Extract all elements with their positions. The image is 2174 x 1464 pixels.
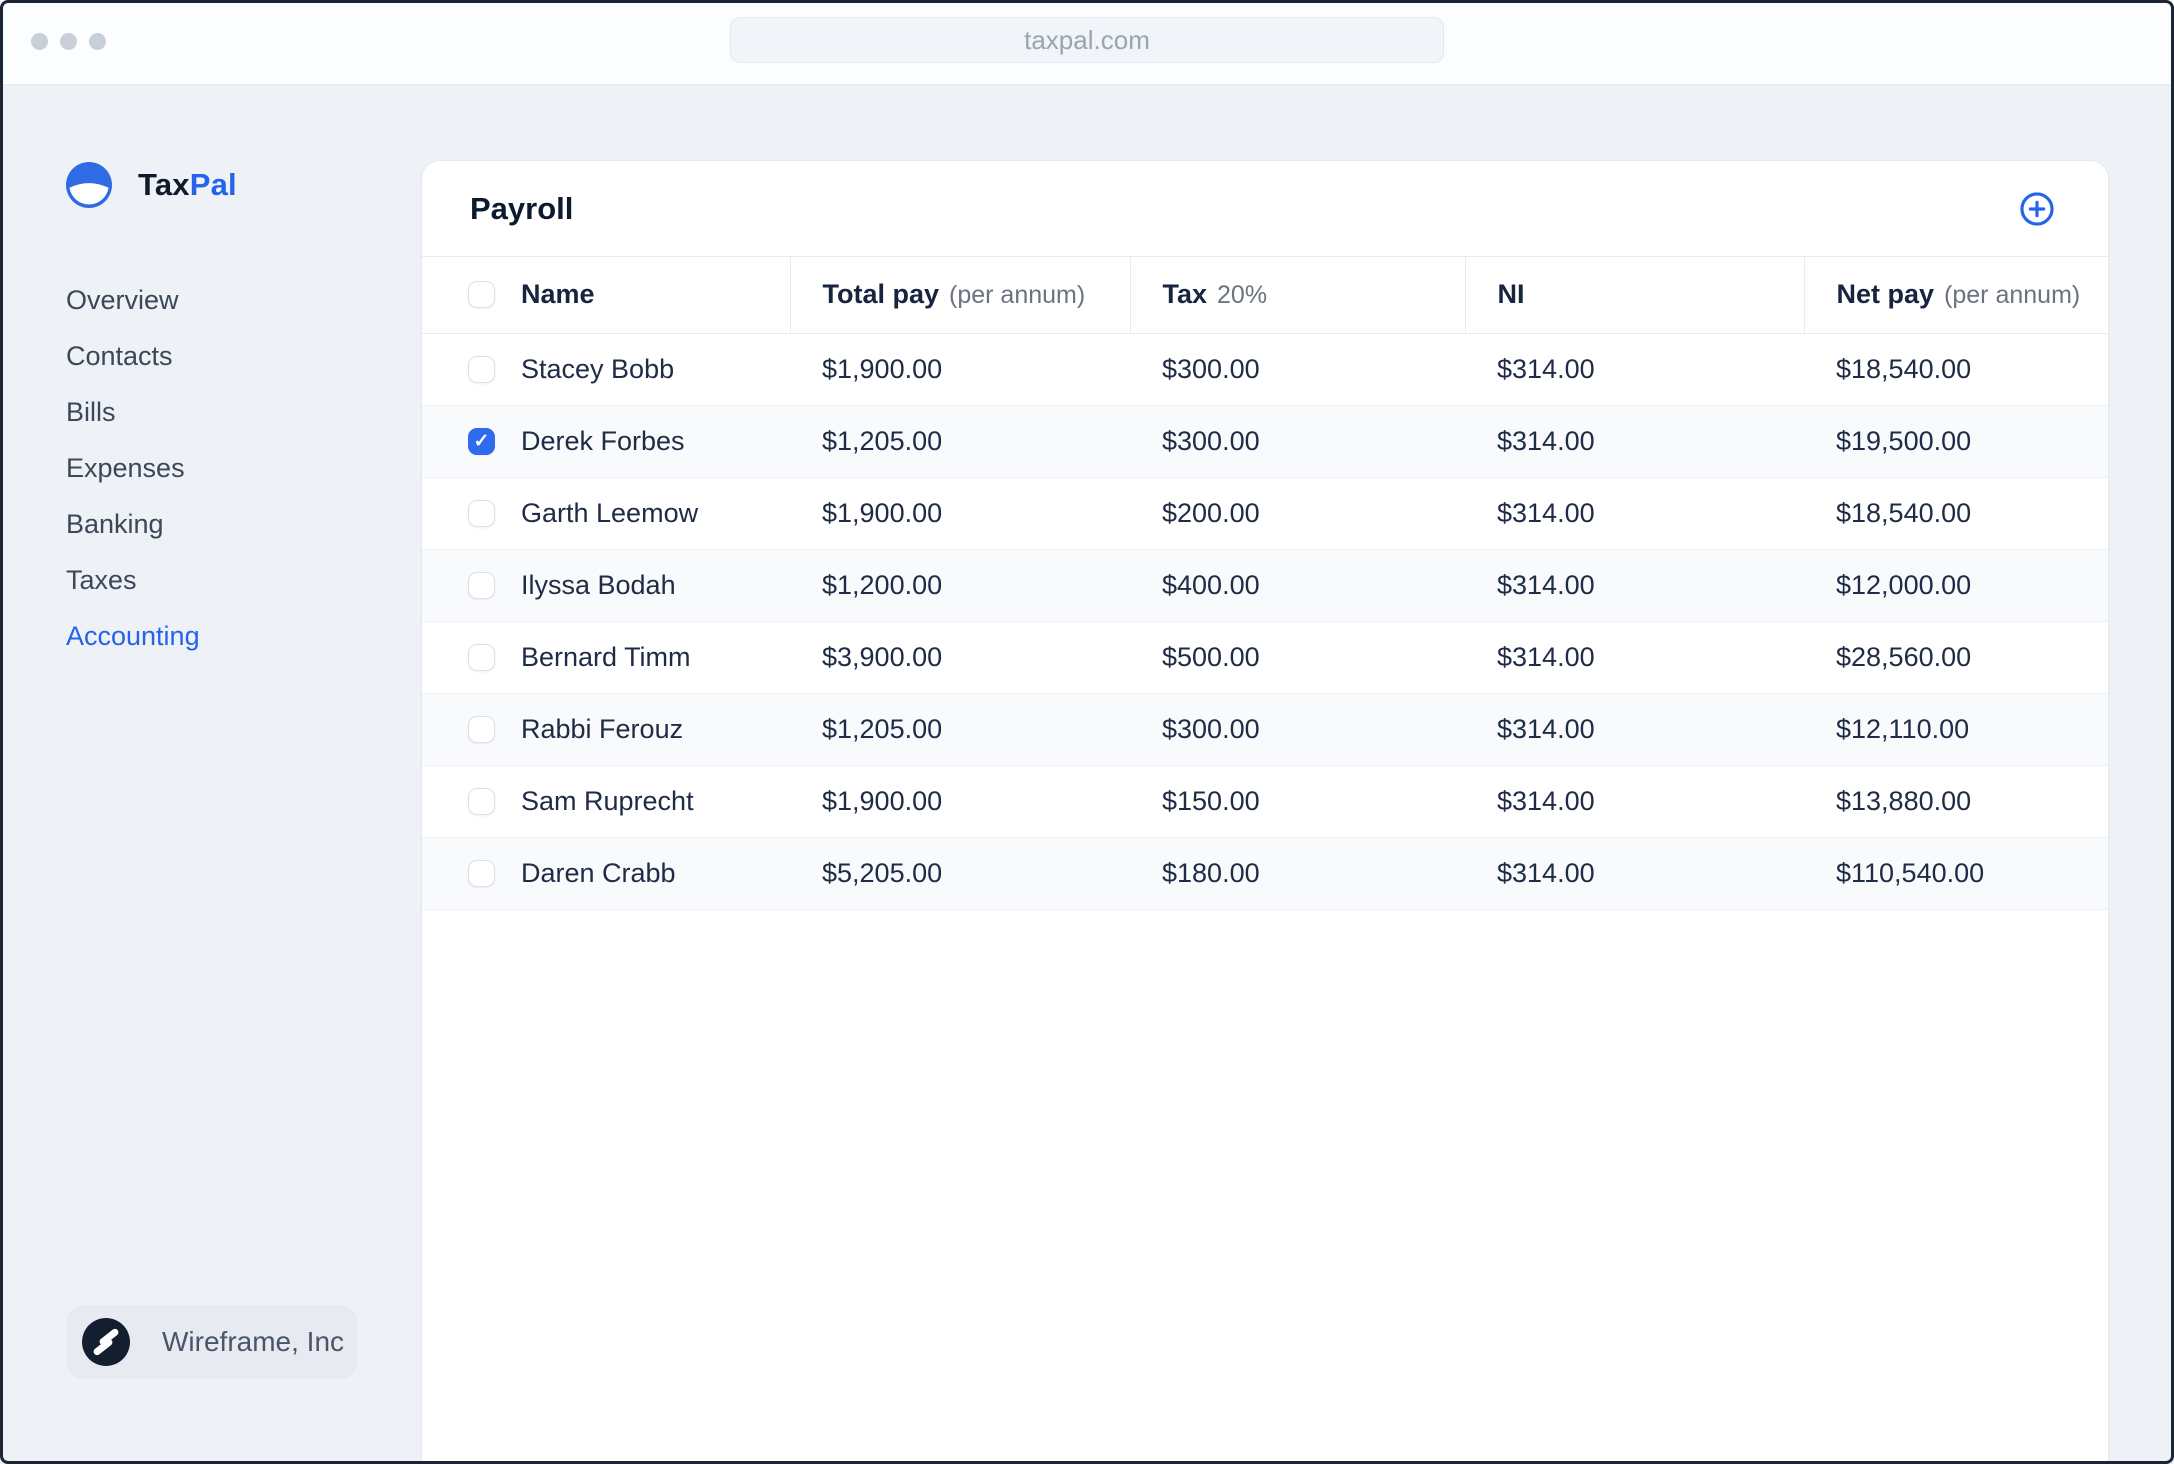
employee-name: Rabbi Ferouz [521, 713, 684, 744]
net-pay-value: $28,560.00 [1836, 641, 1972, 672]
ni-value: $314.00 [1497, 425, 1595, 456]
table-row: Daren Crabb $5,205.00 $180.00 $314.00 $1… [422, 837, 2108, 909]
total-pay-value: $1,900.00 [822, 353, 943, 384]
total-pay-value: $1,200.00 [822, 569, 943, 600]
net-pay-value: $12,000.00 [1836, 569, 1972, 600]
sidebar-item-taxes[interactable]: Taxes [66, 552, 200, 608]
sidebar-item-overview[interactable]: Overview [66, 272, 200, 328]
net-pay-value: $19,500.00 [1836, 425, 1972, 456]
ni-value: $314.00 [1497, 569, 1595, 600]
tax-value: $180.00 [1162, 857, 1260, 888]
ni-value: $314.00 [1497, 713, 1595, 744]
column-header-name: Name [521, 279, 595, 310]
total-pay-value: $5,205.00 [822, 857, 943, 888]
sidebar-nav: Overview Contacts Bills Expenses Banking… [66, 272, 200, 664]
ni-value: $314.00 [1497, 641, 1595, 672]
net-pay-value: $13,880.00 [1836, 785, 1972, 816]
brand-name: TaxPal [138, 167, 237, 202]
plus-circle-icon [2018, 190, 2056, 228]
ni-value: $314.00 [1497, 785, 1595, 816]
employee-name: Sam Ruprecht [521, 785, 694, 816]
payroll-card: Payroll Name Total pay (per annum) Tax 2… [422, 161, 2108, 1464]
row-checkbox[interactable] [468, 355, 495, 383]
total-pay-value: $3,900.00 [822, 641, 943, 672]
table-row: Stacey Bobb $1,900.00 $300.00 $314.00 $1… [422, 333, 2108, 405]
row-checkbox[interactable] [468, 715, 495, 743]
window-zoom-button[interactable] [89, 33, 106, 50]
employee-name: Garth Leemow [521, 497, 699, 528]
column-header-total-pay: Total pay (per annum) [789, 257, 1130, 334]
row-checkbox[interactable] [468, 787, 495, 815]
table-row: Bernard Timm $3,900.00 $500.00 $314.00 $… [422, 621, 2108, 693]
page-title: Payroll [470, 190, 574, 226]
taxpal-logo-icon [66, 162, 112, 208]
total-pay-value: $1,900.00 [822, 785, 943, 816]
add-employee-button[interactable] [2018, 190, 2056, 228]
table-row: Derek Forbes $1,205.00 $300.00 $314.00 $… [422, 405, 2108, 477]
row-checkbox[interactable] [468, 427, 495, 455]
window-controls [31, 33, 106, 50]
sidebar-item-expenses[interactable]: Expenses [66, 440, 200, 496]
tax-value: $500.00 [1162, 641, 1260, 672]
column-header-ni: NI [1464, 257, 1804, 334]
window-close-button[interactable] [31, 33, 48, 50]
total-pay-value: $1,205.00 [822, 425, 943, 456]
employee-name: Stacey Bobb [521, 353, 675, 384]
row-checkbox[interactable] [468, 499, 495, 527]
tax-value: $200.00 [1162, 497, 1260, 528]
payroll-table: Name Total pay (per annum) Tax 20% NI Net … [422, 257, 2108, 910]
table-row: Ilyssa Bodah $1,200.00 $400.00 $314.00 $… [422, 549, 2108, 621]
company-badge[interactable]: Wireframe, Inc [67, 1305, 357, 1379]
net-pay-value: $110,540.00 [1836, 857, 1985, 888]
column-header-net-pay: Net pay (per annum) [1803, 257, 2108, 334]
window-minimize-button[interactable] [60, 33, 77, 50]
company-name: Wireframe, Inc [162, 1326, 345, 1357]
select-all-checkbox[interactable] [468, 281, 495, 309]
sidebar-item-banking[interactable]: Banking [66, 496, 200, 552]
tax-value: $300.00 [1162, 425, 1260, 456]
employee-name: Ilyssa Bodah [521, 569, 676, 600]
total-pay-value: $1,900.00 [822, 497, 943, 528]
sidebar-item-bills[interactable]: Bills [66, 384, 200, 440]
employee-name: Daren Crabb [521, 857, 676, 888]
brand-logo-link[interactable]: TaxPal [66, 162, 237, 208]
employee-name: Derek Forbes [521, 425, 685, 456]
row-checkbox[interactable] [468, 859, 495, 887]
ni-value: $314.00 [1497, 353, 1595, 384]
sidebar-item-contacts[interactable]: Contacts [66, 328, 200, 384]
table-header-row: Name Total pay (per annum) Tax 20% NI Net … [422, 257, 2108, 334]
net-pay-value: $12,110.00 [1836, 713, 1970, 744]
net-pay-value: $18,540.00 [1836, 353, 1972, 384]
total-pay-value: $1,205.00 [822, 713, 943, 744]
employee-name: Bernard Timm [521, 641, 691, 672]
row-checkbox[interactable] [468, 571, 495, 599]
address-bar-url: taxpal.com [1024, 24, 1150, 55]
column-header-tax: Tax 20% [1129, 257, 1465, 334]
payroll-card-header: Payroll [422, 161, 2108, 257]
table-row: Garth Leemow $1,900.00 $200.00 $314.00 $… [422, 477, 2108, 549]
tax-value: $150.00 [1162, 785, 1260, 816]
tax-value: $300.00 [1162, 353, 1260, 384]
ni-value: $314.00 [1497, 497, 1595, 528]
browser-toolbar: taxpal.com [0, 0, 2174, 85]
sidebar-item-accounting[interactable]: Accounting [66, 608, 200, 664]
wireframe-logo-icon [82, 1318, 130, 1366]
app-window: taxpal.com TaxPal Overview Contacts Bill… [0, 0, 2174, 1464]
ni-value: $314.00 [1497, 857, 1595, 888]
tax-value: $400.00 [1162, 569, 1260, 600]
row-checkbox[interactable] [468, 643, 495, 671]
table-row: Rabbi Ferouz $1,205.00 $300.00 $314.00 $… [422, 693, 2108, 765]
tax-value: $300.00 [1162, 713, 1260, 744]
address-bar[interactable]: taxpal.com [730, 17, 1444, 63]
table-row: Sam Ruprecht $1,900.00 $150.00 $314.00 $… [422, 765, 2108, 837]
net-pay-value: $18,540.00 [1836, 497, 1972, 528]
